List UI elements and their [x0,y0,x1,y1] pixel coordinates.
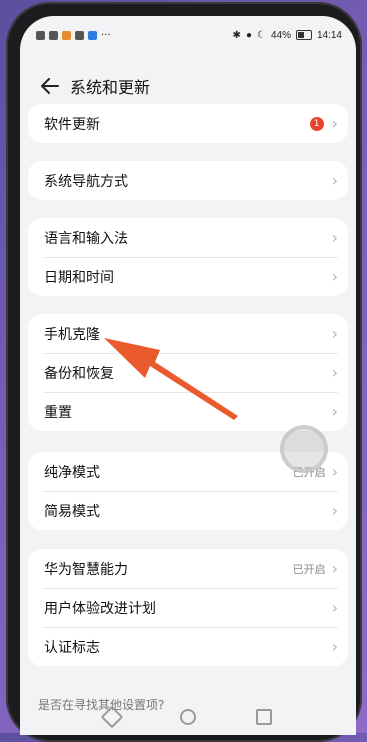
app-notification-icon [62,30,71,40]
status-icons-right: ✱ ● ☾ 44% 14:14 [233,30,342,41]
settings-group-4: 手机克隆 › 备份和恢复 › 重置 › [28,314,348,431]
row-label: 系统导航方式 [44,173,128,190]
chevron-right-icon: › [331,114,338,133]
row-simple-mode[interactable]: 简易模式 › [28,491,348,530]
row-label: 手机克隆 [44,326,100,343]
chevron-right-icon: › [331,171,338,190]
row-huawei-ai[interactable]: 华为智慧能力 已开启 › [28,549,348,588]
row-label: 备份和恢复 [44,365,114,382]
chevron-right-icon: › [331,228,338,247]
settings-group-3: 语言和输入法 › 日期和时间 › [28,218,348,296]
row-navigation-mode[interactable]: 系统导航方式 › [28,161,348,200]
back-button[interactable] [32,68,68,104]
signal-icon [36,30,45,40]
notification-icon [49,30,58,40]
battery-icon [295,30,312,40]
clock: 14:14 [316,29,342,41]
status-icons-left: ··· [36,30,111,41]
row-user-experience[interactable]: 用户体验改进计划 › [28,588,348,627]
row-label: 重置 [44,404,72,421]
phone-icon [75,30,84,40]
settings-group-2: 系统导航方式 › [28,161,348,200]
chevron-right-icon: › [331,324,338,343]
row-label: 软件更新 [44,116,100,133]
back-arrow-icon [41,78,59,94]
update-badge: 1 [309,116,324,131]
chevron-right-icon: › [331,402,338,421]
settings-group-1: 软件更新 1 › [28,104,348,143]
nav-recent-icon[interactable] [256,709,272,725]
page-header: 系统和更新 [20,66,356,106]
row-label: 简易模式 [44,503,100,520]
touch-indicator [280,425,328,473]
page-title: 系统和更新 [70,78,151,97]
row-label: 用户体验改进计划 [44,600,156,617]
moon-icon: ☾ [256,29,266,41]
row-date-time[interactable]: 日期和时间 › [28,257,348,296]
chevron-right-icon: › [331,363,338,382]
chevron-right-icon: › [331,598,338,617]
row-label: 日期和时间 [44,269,114,286]
row-label: 华为智慧能力 [44,561,128,578]
row-value: 已开启 [292,562,326,576]
app-notification-icon-blue [88,30,97,40]
status-bar: ··· ✱ ● ☾ 44% 14:14 [20,16,356,54]
row-language-input[interactable]: 语言和输入法 › [28,218,348,257]
chevron-right-icon: › [331,462,338,481]
row-certification[interactable]: 认证标志 › [28,627,348,666]
nav-home-icon[interactable] [180,709,196,725]
chevron-right-icon: › [331,267,338,286]
battery-percent: 44% [270,29,291,41]
chevron-right-icon: › [331,559,338,578]
phone-frame: ··· ✱ ● ☾ 44% 14:14 系统和更新 软件更新 1 › 系统导航方… [6,2,362,742]
mic-icon: ● [245,29,252,41]
row-software-update[interactable]: 软件更新 1 › [28,104,348,143]
row-backup-restore[interactable]: 备份和恢复 › [28,353,348,392]
screen: ··· ✱ ● ☾ 44% 14:14 系统和更新 软件更新 1 › 系统导航方… [20,16,356,735]
chevron-right-icon: › [331,501,338,520]
row-label: 认证标志 [44,639,100,656]
row-phone-clone[interactable]: 手机克隆 › [28,314,348,353]
bluetooth-icon: ✱ [232,29,241,41]
navigation-bar [20,705,356,735]
chevron-right-icon: › [331,637,338,656]
nav-back-icon[interactable] [100,705,124,729]
row-label: 语言和输入法 [44,230,128,247]
row-label: 纯净模式 [44,464,100,481]
settings-group-6: 华为智慧能力 已开启 › 用户体验改进计划 › 认证标志 › [28,549,348,666]
more-notifications-icon: ··· [101,29,111,41]
